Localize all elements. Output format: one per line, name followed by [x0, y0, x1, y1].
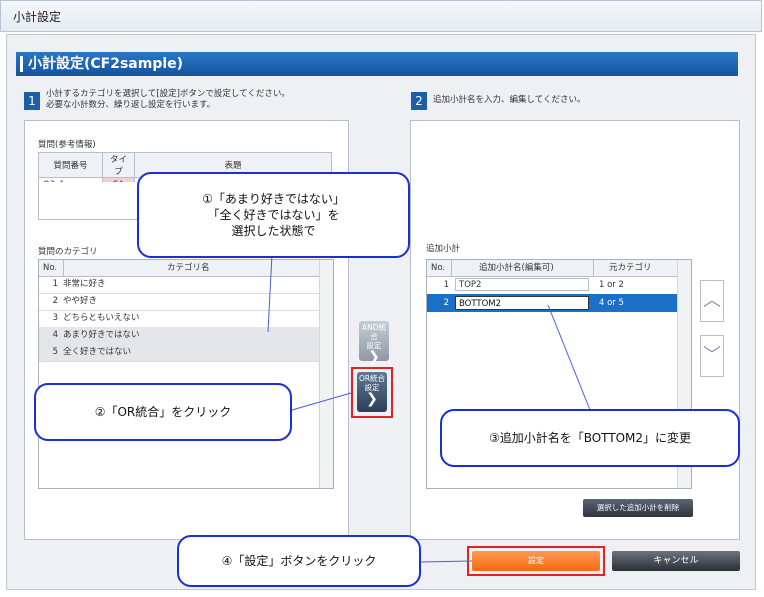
- callout-select-categories: ①「あまり好きではない」 「全く好きではない」を 選択した状態で: [137, 172, 410, 258]
- callout-or-merge: ②「OR統合」をクリック: [34, 383, 292, 441]
- callout-click-set: ④「設定」ボタンをクリック: [177, 535, 421, 587]
- callout-lines: [267, 253, 591, 563]
- callout-rename: ③追加小計名を「BOTTOM2」に変更: [440, 409, 740, 467]
